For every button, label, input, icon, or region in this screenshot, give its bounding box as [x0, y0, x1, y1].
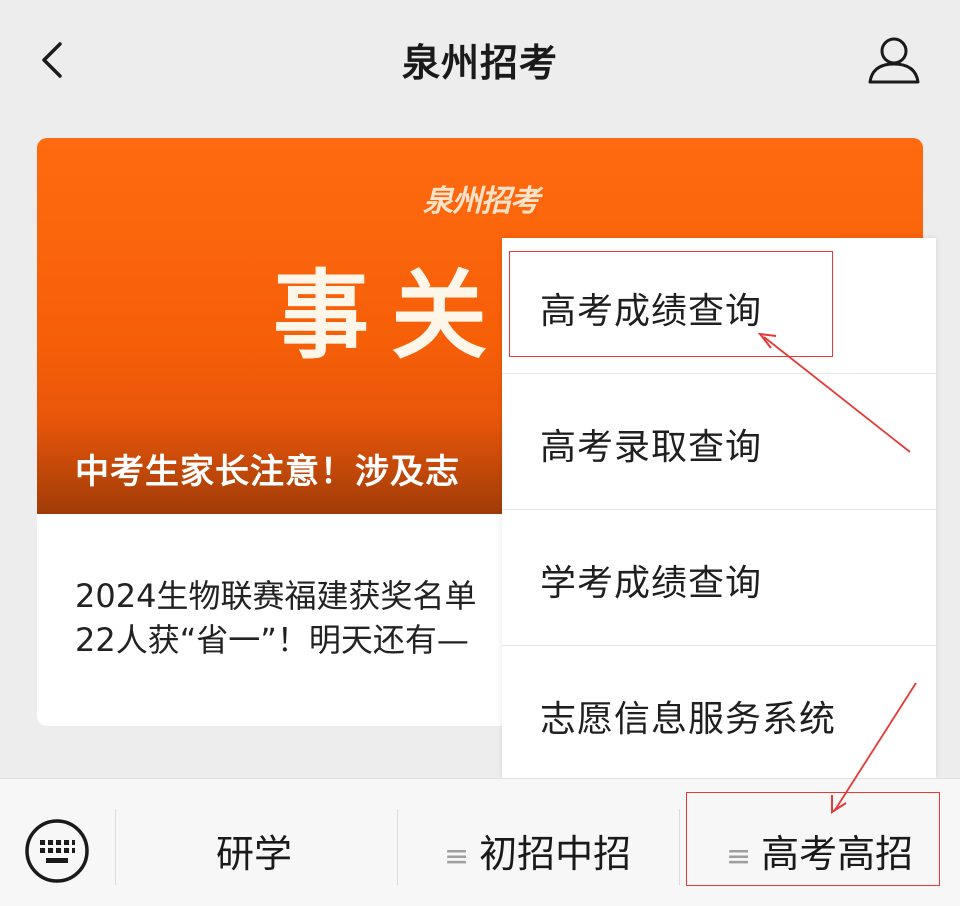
- article-line-2: 22人获“省一”！明天还有—: [75, 621, 469, 659]
- menu-lines-icon: ≡: [444, 839, 470, 874]
- tab-label: 初招中招: [479, 832, 632, 876]
- nav-divider: [397, 809, 398, 885]
- menu-item-volunteer-system[interactable]: 志愿信息服务系统: [502, 646, 936, 781]
- page-title: 泉州招考: [401, 41, 558, 85]
- tab-chuzhao-zhongzhao[interactable]: ≡ 初招中招: [444, 823, 631, 878]
- banner-logo: 泉州招考: [423, 184, 540, 219]
- highlight-box-menu-item: [509, 251, 833, 357]
- nav-divider: [679, 809, 680, 885]
- keyboard-icon[interactable]: [24, 818, 90, 884]
- nav-divider: [115, 809, 116, 885]
- menu-item-label: 志愿信息服务系统: [540, 699, 837, 740]
- tab-label: 研学: [216, 832, 293, 876]
- article-summary: 2024生物联赛福建获奖名单 22人获“省一”！明天还有—: [75, 574, 476, 662]
- menu-item-xuekao-score[interactable]: 学考成绩查询: [502, 510, 936, 645]
- highlight-box-tab: [686, 792, 940, 886]
- menu-item-label: 学考成绩查询: [540, 563, 763, 604]
- user-icon[interactable]: [866, 34, 922, 86]
- banner-caption: 中考生家长注意！涉及志: [75, 452, 460, 492]
- top-bar: 泉州招考: [0, 0, 960, 118]
- article-line-1: 2024生物联赛福建获奖名单: [75, 577, 477, 615]
- menu-item-gaokao-admission[interactable]: 高考录取查询: [502, 374, 936, 509]
- tab-yanxue[interactable]: 研学: [216, 823, 292, 878]
- menu-item-label: 高考录取查询: [540, 427, 763, 468]
